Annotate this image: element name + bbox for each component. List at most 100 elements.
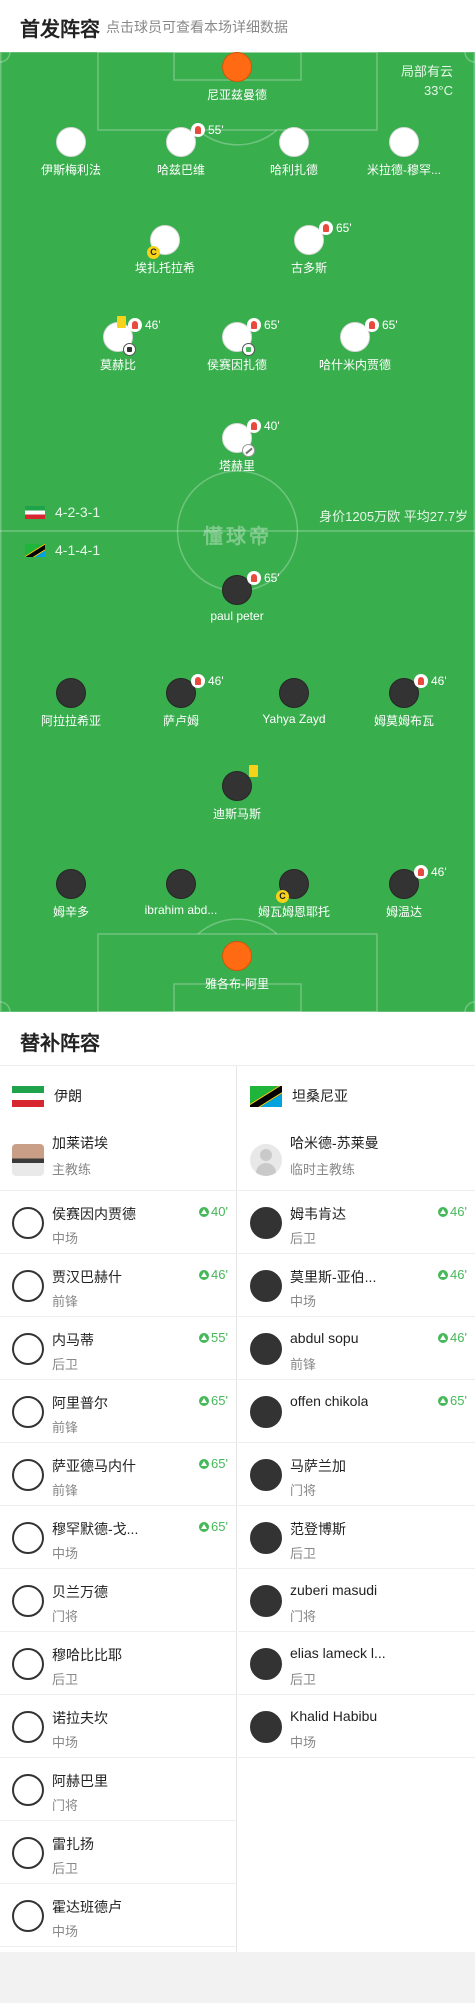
player-away-1[interactable]: 阿拉拉希亚: [11, 678, 131, 729]
sub-player-row[interactable]: offen chikola 65': [238, 1380, 475, 1443]
sub-player-position: 中场: [52, 1924, 79, 1939]
tanzania-flag-icon: [25, 543, 45, 557]
player-name: 尼亚兹曼德: [206, 88, 267, 102]
player-kit: 46': [103, 316, 161, 356]
home-subs-column: 伊朗 加莱诺埃 主教练 侯赛因内贾德 中场 40' 贾汉巴赫什 前锋 46' 内马蒂 后卫 55…: [0, 1066, 237, 1952]
sub-player-row[interactable]: 穆罕默德-戈... 中场 65': [0, 1506, 236, 1569]
player-kit-icon: [12, 1459, 44, 1491]
sub-out-icon: [319, 221, 333, 235]
sub-out-badge: 40': [247, 419, 280, 433]
player-name: 古多斯: [290, 261, 327, 275]
player-kit: [279, 678, 309, 708]
player-away-7[interactable]: ibrahim abd...: [121, 869, 241, 917]
away-coach-row[interactable]: 哈米德-苏莱曼 临时主教练: [238, 1126, 475, 1191]
player-kit: [166, 869, 196, 899]
player-kit: [56, 678, 86, 708]
player-home-9[interactable]: 65' 哈什米内贾德: [295, 318, 415, 373]
player-name: 莫赫比: [99, 358, 136, 372]
player-away-0[interactable]: 65' paul peter: [177, 571, 297, 623]
sub-out-icon: [247, 571, 261, 585]
player-home-10[interactable]: 40' 塔赫里: [177, 419, 297, 474]
sub-player-row[interactable]: 范登博斯 后卫: [238, 1506, 475, 1569]
player-away-5[interactable]: 迪斯马斯: [177, 765, 297, 822]
player-away-8[interactable]: C 姆瓦姆恩耶托: [234, 869, 354, 920]
watermark-logo: 懂球帝: [203, 526, 272, 548]
sub-player-name: offen chikola: [290, 1393, 369, 1409]
subs-title: 替补阵容: [20, 1033, 100, 1055]
player-home-4[interactable]: 米拉德-穆罕...: [344, 127, 464, 178]
player-away-9[interactable]: 46' 姆温达: [344, 865, 464, 920]
player-home-6[interactable]: 65' 古多斯: [249, 221, 369, 276]
sub-player-row[interactable]: 霍达班德卢 中场: [0, 1884, 236, 1947]
player-name: 哈兹巴维: [156, 163, 205, 177]
home-team-name: 伊朗: [54, 1088, 82, 1104]
sub-in-badge: 65': [199, 1456, 228, 1471]
sub-player-position: 中场: [52, 1231, 79, 1246]
player-name: 姆瓦姆恩耶托: [257, 905, 330, 919]
sub-out-badge: 65': [247, 318, 280, 332]
player-name: 哈利扎德: [269, 163, 318, 177]
coach-avatar-placeholder-icon: [250, 1144, 282, 1176]
player-away-3[interactable]: Yahya Zayd: [234, 678, 354, 726]
player-home-7[interactable]: 46' 莫赫比: [58, 316, 178, 373]
weather-info: 局部有云 33°C: [401, 62, 453, 100]
sub-player-row[interactable]: 雷扎扬 后卫: [0, 1821, 236, 1884]
sub-player-row[interactable]: 萨亚德马内什 前锋 65': [0, 1443, 236, 1506]
sub-out-badge: 46': [414, 674, 447, 688]
player-home-0[interactable]: 尼亚兹曼德: [177, 52, 297, 103]
sub-player-row[interactable]: 马萨兰加 门将: [238, 1443, 475, 1506]
sub-in-badge: 65': [199, 1519, 228, 1534]
player-name: ibrahim abd...: [144, 903, 218, 917]
sub-player-row[interactable]: 诺拉夫坎 中场: [0, 1695, 236, 1758]
sub-player-row[interactable]: elias lameck l... 后卫: [238, 1632, 475, 1695]
sub-player-name: 姆韦肯达: [290, 1206, 346, 1222]
sub-player-row[interactable]: zuberi masudi 门将: [238, 1569, 475, 1632]
sub-player-row[interactable]: 阿里普尔 前锋 65': [0, 1380, 236, 1443]
player-name: 萨卢姆: [162, 714, 199, 728]
home-coach-row[interactable]: 加莱诺埃 主教练: [0, 1126, 236, 1191]
player-home-1[interactable]: 伊斯梅利法: [11, 127, 131, 178]
sub-player-position: 前锋: [52, 1294, 79, 1309]
sub-player-row[interactable]: 侯赛因内贾德 中场 40': [0, 1191, 236, 1254]
sub-player-row[interactable]: Khalid Habibu 中场: [238, 1695, 475, 1758]
player-kit: 46': [389, 674, 447, 708]
sub-player-position: 门将: [52, 1609, 79, 1624]
sub-out-badge: 46': [414, 865, 447, 879]
sub-player-row[interactable]: 贝兰万德 门将: [0, 1569, 236, 1632]
player-home-5[interactable]: C 埃扎托拉希: [105, 225, 225, 276]
sub-player-name: elias lameck l...: [290, 1645, 386, 1661]
sub-player-row[interactable]: 内马蒂 后卫 55': [0, 1317, 236, 1380]
sub-out-icon: [247, 419, 261, 433]
sub-in-icon: [438, 1206, 449, 1217]
sub-player-name: 诺拉夫坎: [52, 1710, 108, 1726]
player-home-8[interactable]: 65' 侯赛因扎德: [177, 318, 297, 373]
player-name: 米拉德-穆罕...: [367, 163, 441, 177]
player-home-2[interactable]: 55' 哈兹巴维: [121, 123, 241, 178]
player-kit: C: [147, 225, 180, 259]
sub-player-position: 前锋: [52, 1483, 79, 1498]
player-kit-icon: [250, 1711, 282, 1743]
player-name: paul peter: [210, 609, 264, 623]
player-away-2[interactable]: 46' 萨卢姆: [121, 674, 241, 729]
sub-out-badge: 65': [247, 571, 280, 585]
player-kit-icon: [12, 1522, 44, 1554]
player-away-10[interactable]: 雅各布-阿里: [177, 941, 297, 992]
sub-player-name: 萨亚德马内什: [52, 1458, 136, 1474]
sub-player-name: 范登博斯: [290, 1521, 346, 1537]
sub-player-row[interactable]: 阿赫巴里 门将: [0, 1758, 236, 1821]
sub-player-position: 中场: [52, 1735, 79, 1750]
home-formation: 4-2-3-1: [25, 504, 100, 520]
sub-player-row[interactable]: abdul sopu 前锋 46': [238, 1317, 475, 1380]
player-kit: 65': [294, 221, 352, 255]
player-home-3[interactable]: 哈利扎德: [234, 127, 354, 178]
player-away-6[interactable]: 姆辛多: [11, 869, 131, 920]
player-name: 阿拉拉希亚: [40, 714, 101, 728]
sub-player-row[interactable]: 穆哈比比耶 后卫: [0, 1632, 236, 1695]
sub-player-row[interactable]: 贾汉巴赫什 前锋 46': [0, 1254, 236, 1317]
sub-player-name: 侯赛因内贾德: [52, 1206, 136, 1222]
sub-in-icon: [438, 1332, 449, 1343]
player-away-4[interactable]: 46' 姆莫姆布瓦: [344, 674, 464, 729]
sub-player-row[interactable]: 姆韦肯达 后卫 46': [238, 1191, 475, 1254]
sub-player-row[interactable]: 莫里斯-亚伯... 中场 46': [238, 1254, 475, 1317]
sub-player-name: 穆罕默德-戈...: [52, 1521, 139, 1537]
